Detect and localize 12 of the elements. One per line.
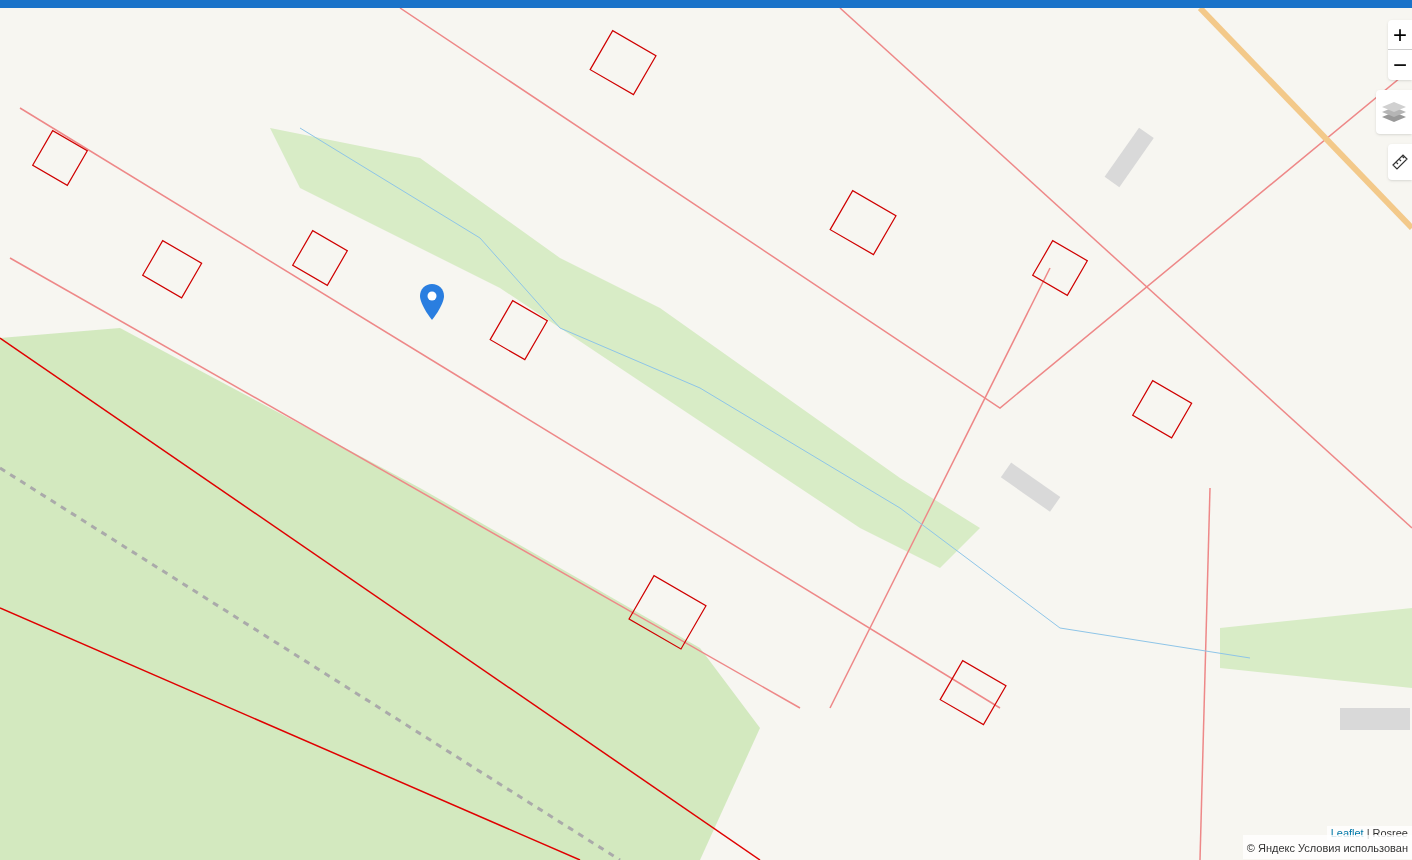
layers-button[interactable] (1376, 90, 1412, 134)
map-tile[interactable]: + − Leaflet | Rosree © Яндекс Условия использован (0, 8, 1412, 860)
copyright-text: © Яндекс Условия использован (1246, 842, 1408, 854)
leaflet-link[interactable]: Leaflet (1330, 826, 1364, 840)
ruler-button[interactable] (1388, 144, 1412, 180)
separator-text: | (1366, 826, 1370, 840)
zoom-out-button[interactable]: − (1388, 50, 1412, 80)
ruler-icon (1392, 154, 1408, 170)
zoom-in-button[interactable]: + (1388, 20, 1412, 50)
layers-icon (1381, 100, 1407, 124)
source-text: Rosree (1372, 826, 1408, 840)
map-pin-icon[interactable] (420, 284, 444, 320)
